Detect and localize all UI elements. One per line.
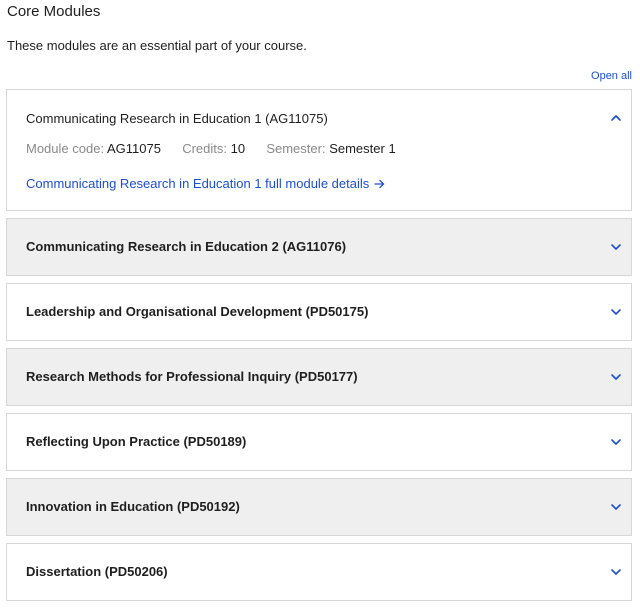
module-item: Leadership and Organisational Developmen… [6,283,632,341]
chevron-down-icon [610,436,622,448]
open-all-link[interactable]: Open all [591,70,632,82]
module-title: Reflecting Upon Practice (PD50189) [26,434,247,449]
module-item: Communicating Research in Education 1 (A… [6,89,632,211]
module-details-link[interactable]: Communicating Research in Education 1 fu… [26,176,385,191]
credits-value: 10 [230,141,246,156]
module-title: Innovation in Education (PD50192) [26,499,240,514]
module-details-link-text: Communicating Research in Education 1 fu… [26,176,370,191]
modules-accordion: Communicating Research in Education 1 (A… [6,89,632,608]
section-intro: These modules are an essential part of y… [7,38,307,53]
module-item: Dissertation (PD50206) [6,543,632,601]
module-item: Research Methods for Professional Inquir… [6,348,632,406]
module-header-toggle[interactable]: Reflecting Upon Practice (PD50189) [7,414,631,472]
module-title: Leadership and Organisational Developmen… [26,304,369,319]
module-title: Communicating Research in Education 1 (A… [26,111,328,126]
module-header-toggle[interactable]: Communicating Research in Education 1 (A… [7,90,631,148]
module-header-toggle[interactable]: Dissertation (PD50206) [7,544,631,602]
semester-label: Semester: [266,141,326,156]
module-header-toggle[interactable]: Innovation in Education (PD50192) [7,479,631,537]
module-title: Dissertation (PD50206) [26,564,168,579]
credits-label: Credits: [182,141,227,156]
chevron-down-icon [610,501,622,513]
chevron-down-icon [610,306,622,318]
chevron-down-icon [610,241,622,253]
module-code-label: Module code: [26,141,105,156]
module-header-toggle[interactable]: Research Methods for Professional Inquir… [7,349,631,407]
chevron-down-icon [610,371,622,383]
module-item: Innovation in Education (PD50192) [6,478,632,536]
arrow-right-icon [374,176,385,191]
module-item: Reflecting Upon Practice (PD50189) [6,413,632,471]
module-code-value: AG11075 [106,141,161,156]
module-header-toggle[interactable]: Leadership and Organisational Developmen… [7,284,631,342]
module-meta: Module code: AG11075 Credits: 10 Semeste… [26,141,396,156]
chevron-up-icon [610,112,622,124]
module-item: Communicating Research in Education 2 (A… [6,218,632,276]
chevron-down-icon [610,566,622,578]
module-header-toggle[interactable]: Communicating Research in Education 2 (A… [7,219,631,277]
module-title: Research Methods for Professional Inquir… [26,369,358,384]
semester-value: Semester 1 [329,141,396,156]
module-title: Communicating Research in Education 2 (A… [26,239,347,254]
section-heading: Core Modules [7,3,101,20]
